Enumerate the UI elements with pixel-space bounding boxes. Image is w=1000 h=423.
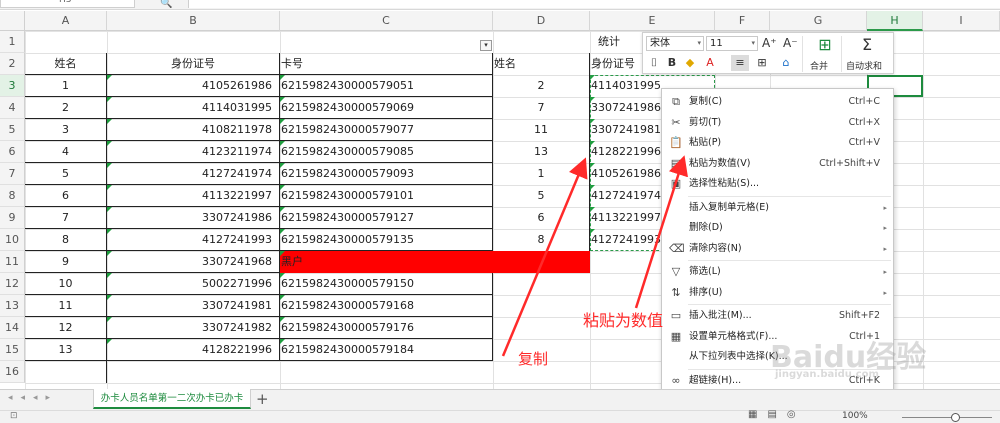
sheet-nav-arrows-icon[interactable]: ◂◂◂▸ bbox=[8, 393, 58, 403]
view-mode-icons[interactable]: ▦▤◎ bbox=[748, 409, 806, 420]
zoom-level[interactable]: 100% bbox=[842, 411, 868, 421]
zoom-slider-handle[interactable] bbox=[951, 413, 960, 422]
sheet-tabs-bar: ◂◂◂▸ 办卡人员名单第一二次办卡已办卡 + bbox=[0, 389, 1000, 410]
macro-record-icon[interactable]: ⊡ bbox=[10, 411, 18, 421]
watermark-url: jingyan.baidu.com bbox=[775, 369, 879, 380]
copy-arrow bbox=[501, 157, 588, 357]
annotation-paste-values: 粘贴为数值 bbox=[583, 311, 664, 330]
spreadsheet-window: H3 🔍 ABCDEFGHI 1 2 3 4 5 6 7 8 9 10 11 12 13 14 15 16 统… bbox=[0, 0, 1000, 423]
annotation-copy: 复制 bbox=[518, 350, 549, 368]
zoom-slider[interactable] bbox=[902, 417, 992, 418]
status-bar: ⊡ ▦▤◎ 100% bbox=[0, 409, 1000, 423]
add-sheet-button[interactable]: + bbox=[256, 390, 269, 409]
paste-arrow bbox=[634, 155, 688, 309]
sheet-tab-active[interactable]: 办卡人员名单第一二次办卡已办卡 bbox=[93, 389, 251, 409]
